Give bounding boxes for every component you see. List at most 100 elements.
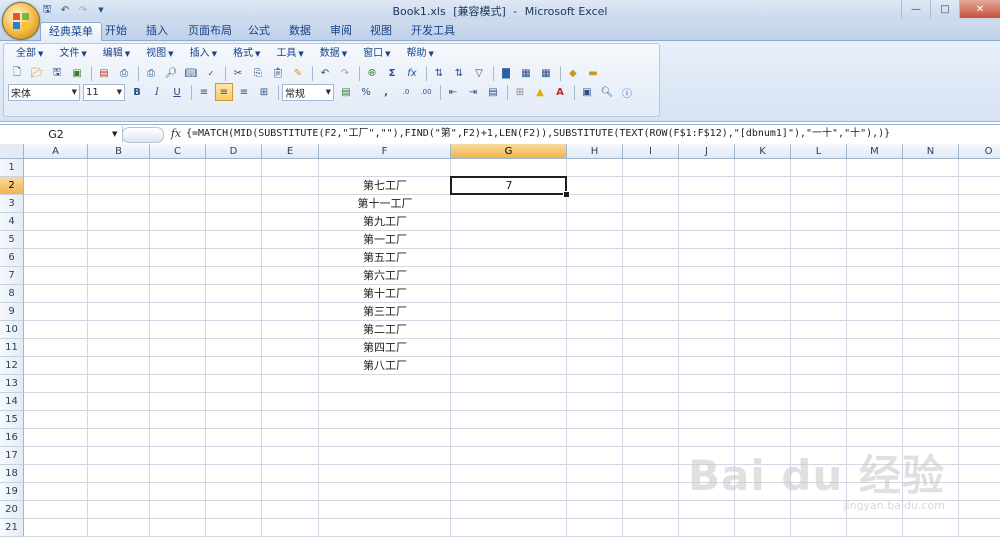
sort-descending-icon[interactable]: ⇅ — [450, 64, 468, 82]
column-header-f[interactable]: F — [319, 144, 451, 159]
tab-review[interactable]: 审阅 — [322, 22, 360, 40]
spelling-icon[interactable]: ✓ — [202, 64, 220, 82]
formula-input[interactable]: {=MATCH(MID(SUBSTITUTE(F2,"工厂",""),FIND(… — [186, 127, 890, 141]
font-color-icon[interactable]: A — [551, 83, 569, 101]
cell-f7[interactable]: 第六工厂 — [319, 267, 451, 285]
fill-handle[interactable] — [563, 191, 570, 198]
autosum-icon[interactable]: Σ — [383, 64, 401, 82]
chart-icon[interactable]: ▇ — [497, 64, 515, 82]
row-header-14[interactable]: 14 — [0, 393, 24, 411]
row-header-8[interactable]: 8 — [0, 285, 24, 303]
menu-edit[interactable]: 编辑 ▼ — [95, 46, 138, 62]
styles-icon[interactable]: ◆ — [564, 64, 582, 82]
row-header-17[interactable]: 17 — [0, 447, 24, 465]
borders-icon[interactable]: ⊞ — [511, 83, 529, 101]
name-box[interactable]: G2 ▼ — [0, 126, 123, 142]
print-preview-icon[interactable]: 🔎︎ — [162, 64, 180, 82]
percent-button[interactable]: % — [357, 83, 375, 101]
cell-f6[interactable]: 第五工厂 — [319, 249, 451, 267]
column-header-n[interactable]: N — [903, 144, 959, 159]
tab-formulas[interactable]: 公式 — [240, 22, 278, 40]
row-header-9[interactable]: 9 — [0, 303, 24, 321]
select-all-corner[interactable] — [0, 144, 24, 159]
align-left-icon[interactable]: ≡ — [195, 83, 213, 101]
pdf-icon[interactable]: ▤ — [95, 64, 113, 82]
print-icon[interactable]: ⎙ — [115, 64, 133, 82]
quick-print-icon[interactable]: ⎙ — [142, 64, 160, 82]
menu-format[interactable]: 格式 ▼ — [225, 46, 268, 62]
italic-button[interactable]: I — [148, 83, 166, 101]
folder-icon[interactable]: ▬ — [584, 64, 602, 82]
merge-center-icon[interactable]: ⊞ — [255, 83, 273, 101]
column-header-a[interactable]: A — [24, 144, 88, 159]
cell-f11[interactable]: 第四工厂 — [319, 339, 451, 357]
new-icon[interactable]: 🗋 — [8, 64, 26, 82]
menu-help[interactable]: 帮助 ▼ — [399, 46, 442, 62]
currency-icon[interactable]: ▤ — [337, 83, 355, 101]
fill-color-icon[interactable]: ▲ — [531, 83, 549, 101]
tab-insert[interactable]: 插入 — [138, 22, 176, 40]
tab-page-layout[interactable]: 页面布局 — [180, 22, 240, 40]
column-header-g[interactable]: G — [451, 144, 567, 159]
cell-f5[interactable]: 第一工厂 — [319, 231, 451, 249]
paste-icon[interactable]: 📋︎ — [269, 64, 287, 82]
column-header-i[interactable]: I — [623, 144, 679, 159]
row-header-11[interactable]: 11 — [0, 339, 24, 357]
research-icon[interactable]: 📖︎ — [182, 64, 200, 82]
decrease-indent-icon[interactable]: ⇤ — [444, 83, 462, 101]
column-header-c[interactable]: C — [150, 144, 206, 159]
row-header-16[interactable]: 16 — [0, 429, 24, 447]
open-icon[interactable]: 📂︎ — [28, 64, 46, 82]
cell-f12[interactable]: 第八工厂 — [319, 357, 451, 375]
undo-icon[interactable]: ↶ — [316, 64, 334, 82]
tab-home[interactable]: 开始 — [97, 22, 135, 40]
hyperlink-icon[interactable]: 🌐︎ — [363, 64, 381, 82]
align-center-icon[interactable]: ≡ — [215, 83, 233, 101]
function-icon[interactable]: fx — [403, 64, 421, 82]
font-name-select[interactable]: 宋体 ▼ — [8, 83, 80, 101]
row-header-12[interactable]: 12 — [0, 357, 24, 375]
redo-icon[interactable]: ↷ — [336, 64, 354, 82]
cell-f4[interactable]: 第九工厂 — [319, 213, 451, 231]
row-header-2[interactable]: 2 — [0, 177, 24, 195]
column-header-k[interactable]: K — [735, 144, 791, 159]
increase-decimal-icon[interactable]: .0 — [397, 83, 415, 101]
row-header-1[interactable]: 1 — [0, 159, 24, 177]
row-header-19[interactable]: 19 — [0, 483, 24, 501]
menu-view[interactable]: 视图 ▼ — [138, 46, 181, 62]
minimize-icon[interactable]: — — [901, 0, 930, 18]
sort-ascending-icon[interactable]: ⇅ — [430, 64, 448, 82]
font-size-select[interactable]: 11 ▼ — [83, 83, 125, 101]
maximize-icon[interactable]: □ — [930, 0, 959, 18]
number-format-select[interactable]: 常规 ▼ — [282, 83, 334, 101]
cell-f2[interactable]: 第七工厂 — [319, 177, 451, 195]
column-header-d[interactable]: D — [206, 144, 262, 159]
increase-indent-icon[interactable]: ⇥ — [464, 83, 482, 101]
save-icon[interactable]: 🖫 — [48, 64, 66, 82]
underline-button[interactable]: U — [168, 83, 186, 101]
tab-classic-menu[interactable]: 经典菜单 — [40, 22, 102, 41]
zoom-icon[interactable]: 🔍︎ — [598, 83, 616, 101]
row-header-6[interactable]: 6 — [0, 249, 24, 267]
menu-insert[interactable]: 插入 ▼ — [182, 46, 225, 62]
help-icon[interactable]: ⓘ — [618, 83, 636, 101]
column-header-o[interactable]: O — [959, 144, 1000, 159]
copy-icon[interactable]: ⎘ — [249, 64, 267, 82]
tab-data[interactable]: 数据 — [281, 22, 319, 40]
permission-icon[interactable]: ▣ — [68, 64, 86, 82]
row-header-13[interactable]: 13 — [0, 375, 24, 393]
comma-button[interactable]: , — [377, 83, 395, 101]
row-header-7[interactable]: 7 — [0, 267, 24, 285]
close-icon[interactable]: ✕ — [959, 0, 1000, 18]
cell-f3[interactable]: 第十一工厂 — [319, 195, 451, 213]
menu-window[interactable]: 窗口 ▼ — [355, 46, 398, 62]
tab-developer[interactable]: 开发工具 — [403, 22, 463, 40]
column-header-b[interactable]: B — [88, 144, 150, 159]
decrease-decimal-icon[interactable]: .00 — [417, 83, 435, 101]
cell-f10[interactable]: 第二工厂 — [319, 321, 451, 339]
conditional-format-icon[interactable]: ▤ — [484, 83, 502, 101]
column-header-m[interactable]: M — [847, 144, 903, 159]
menu-data[interactable]: 数据 ▼ — [312, 46, 355, 62]
format-painter-icon[interactable]: ✎ — [289, 64, 307, 82]
cut-icon[interactable]: ✂ — [229, 64, 247, 82]
